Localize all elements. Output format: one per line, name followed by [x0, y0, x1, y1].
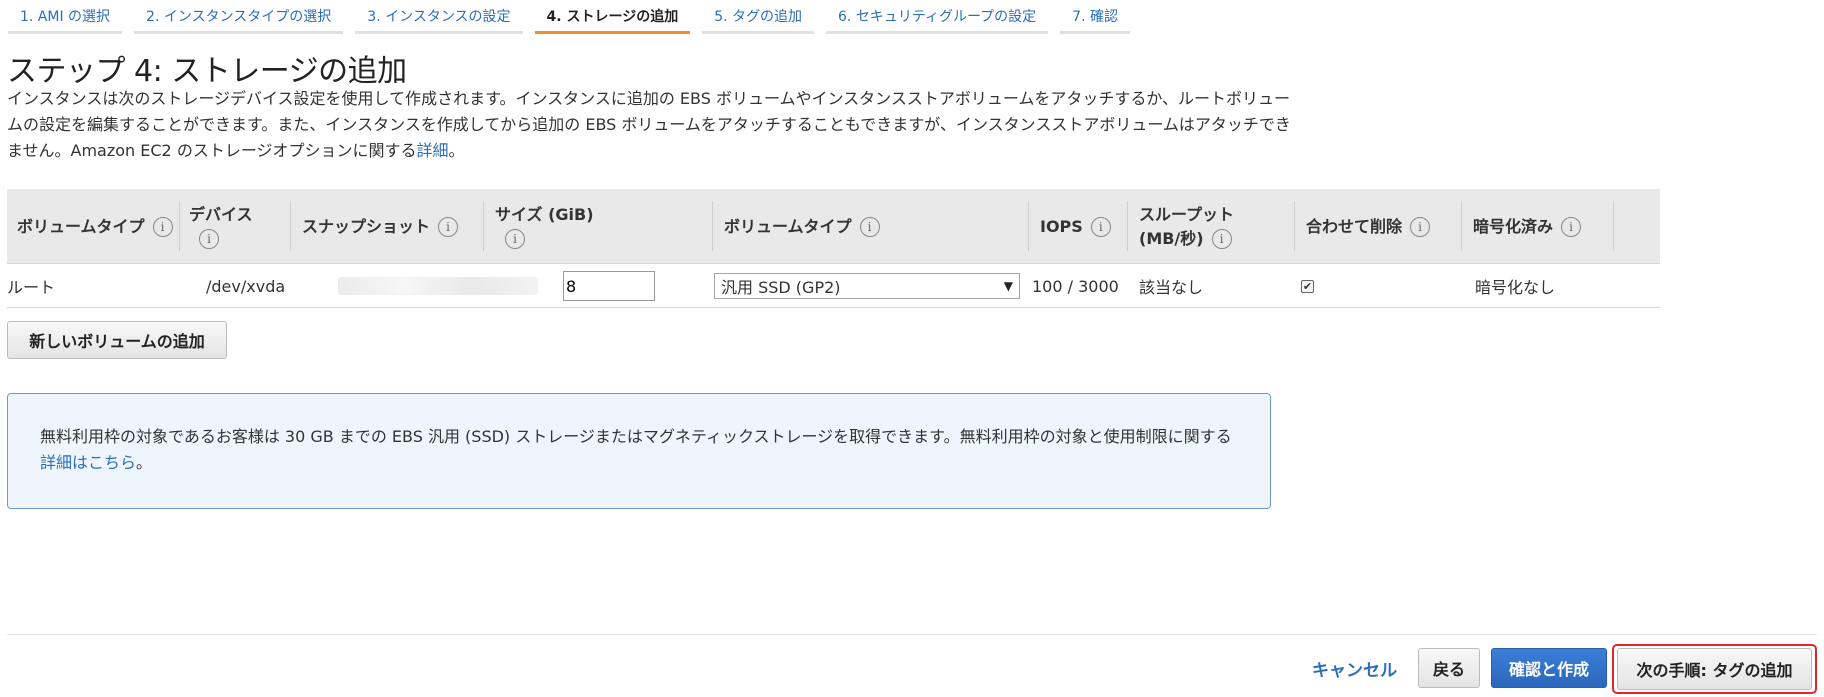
header-encrypted: 暗号化済み i: [1461, 189, 1582, 264]
column-separator: [179, 201, 180, 251]
info-icon[interactable]: i: [1410, 216, 1431, 237]
column-separator: [1028, 201, 1029, 251]
size-input[interactable]: [563, 271, 655, 301]
cell-throughput: 該当なし: [1139, 278, 1204, 297]
notice-details-link[interactable]: 詳細はこちら: [40, 453, 136, 472]
header-throughput: スループット (MB/秒) i: [1127, 189, 1234, 264]
header-label-line2: (MB/秒): [1139, 228, 1204, 248]
header-throughput-line2: (MB/秒) i: [1139, 227, 1234, 251]
info-icon[interactable]: i: [505, 229, 525, 249]
info-icon[interactable]: i: [1211, 229, 1232, 249]
step-configure-instance[interactable]: 3. インスタンスの設定: [355, 0, 523, 34]
column-separator: [712, 201, 713, 251]
header-label: サイズ (GiB): [495, 204, 594, 224]
header-device: デバイス i: [179, 189, 289, 264]
footer-divider: [7, 634, 1817, 635]
page-title: ステップ 4: ストレージの追加: [7, 54, 407, 89]
info-icon[interactable]: i: [859, 216, 880, 237]
header-label: デバイス: [189, 204, 253, 224]
wizard-steps: 1. AMI の選択 2. インスタンスタイプの選択 3. インスタンスの設定 …: [8, 0, 1142, 36]
storage-table: ボリュームタイプ i デバイス i スナップショット i サイズ (GiB) i ボ…: [7, 189, 1660, 308]
table-header: ボリュームタイプ i デバイス i スナップショット i サイズ (GiB) i ボ…: [7, 189, 1660, 264]
step-add-tags[interactable]: 5. タグの追加: [702, 0, 815, 34]
cell-volume-type: ルート: [7, 278, 56, 297]
chevron-down-icon: ▼: [1003, 279, 1013, 293]
delete-on-termination-checkbox[interactable]: ✔: [1301, 279, 1314, 293]
header-label: IOPS: [1040, 216, 1083, 236]
add-volume-button[interactable]: 新しいボリュームの追加: [7, 321, 227, 359]
free-tier-notice: 無料利用枠の対象であるお客様は 30 GB までの EBS 汎用 (SSD) ス…: [7, 393, 1271, 509]
header-iops: IOPS i: [1028, 189, 1111, 264]
header-label: ボリュームタイプ: [17, 216, 145, 236]
description-period: 。: [448, 141, 465, 160]
header-size: サイズ (GiB) i: [483, 189, 594, 264]
header-label: スナップショット: [302, 216, 431, 236]
next-add-tags-button[interactable]: 次の手順: タグの追加: [1617, 648, 1812, 690]
info-icon[interactable]: i: [152, 216, 173, 237]
header-volume-kind: ボリュームタイプ i: [712, 189, 880, 264]
description-text: インスタンスは次のストレージデバイス設定を使用して作成されます。インスタンスに追…: [7, 89, 1291, 160]
column-separator: [1127, 201, 1128, 251]
header-label: 合わせて削除: [1306, 216, 1403, 236]
header-label: スループット: [1139, 204, 1235, 224]
volume-type-selected: 汎用 SSD (GP2): [721, 278, 841, 297]
step-ami[interactable]: 1. AMI の選択: [8, 0, 123, 34]
step-add-storage[interactable]: 4. ストレージの追加: [534, 0, 691, 34]
header-snapshot: スナップショット i: [290, 189, 459, 264]
cell-delete-on-termination: ✔: [1301, 264, 1314, 308]
header-throughput-wrap: スループット (MB/秒) i: [1127, 203, 1234, 251]
info-icon[interactable]: i: [1090, 216, 1111, 237]
header-label: 暗号化済み: [1473, 216, 1554, 236]
info-icon[interactable]: i: [1561, 216, 1582, 237]
cell-size: [563, 264, 655, 308]
cell-snapshot: [338, 264, 538, 308]
header-info-wrap: i: [495, 227, 594, 251]
snapshot-id-redacted: [338, 277, 538, 295]
header-label: ボリュームタイプ: [724, 216, 852, 236]
column-separator: [483, 201, 484, 251]
cell-encrypted: 暗号化なし: [1475, 278, 1556, 297]
column-separator: [290, 201, 291, 251]
notice-period: 。: [136, 453, 153, 472]
review-and-launch-button[interactable]: 確認と作成: [1491, 648, 1607, 688]
cell-volume-kind: 汎用 SSD (GP2) ▼: [714, 264, 1020, 308]
header-device-wrap: デバイス i: [179, 203, 253, 251]
column-separator: [1461, 201, 1462, 251]
cell-iops: 100 / 3000: [1032, 276, 1119, 296]
page-description: インスタンスは次のストレージデバイス設定を使用して作成されます。インスタンスに追…: [7, 86, 1297, 164]
volume-type-select[interactable]: 汎用 SSD (GP2) ▼: [714, 273, 1020, 299]
column-separator: [1613, 201, 1614, 251]
description-details-link[interactable]: 詳細: [417, 141, 449, 160]
cell-device: /dev/xvda: [206, 276, 286, 296]
table-row: ルート /dev/xvda 汎用 SSD (GP2) ▼ 100 / 3000 …: [7, 264, 1660, 308]
notice-text: 無料利用枠の対象であるお客様は 30 GB までの EBS 汎用 (SSD) ス…: [40, 427, 1232, 446]
cancel-link[interactable]: キャンセル: [1312, 651, 1397, 685]
info-icon[interactable]: i: [438, 216, 459, 237]
header-size-wrap: サイズ (GiB) i: [483, 203, 594, 251]
header-volume-type: ボリュームタイプ i: [17, 189, 173, 264]
step-security-group[interactable]: 6. セキュリティグループの設定: [826, 0, 1049, 34]
header-info-wrap: i: [189, 227, 253, 251]
back-button[interactable]: 戻る: [1418, 648, 1480, 688]
info-icon[interactable]: i: [199, 229, 219, 249]
column-separator: [1294, 201, 1295, 251]
step-instance-type[interactable]: 2. インスタンスタイプの選択: [134, 0, 344, 34]
step-review[interactable]: 7. 確認: [1060, 0, 1130, 34]
header-delete-on-termination: 合わせて削除 i: [1294, 189, 1431, 264]
